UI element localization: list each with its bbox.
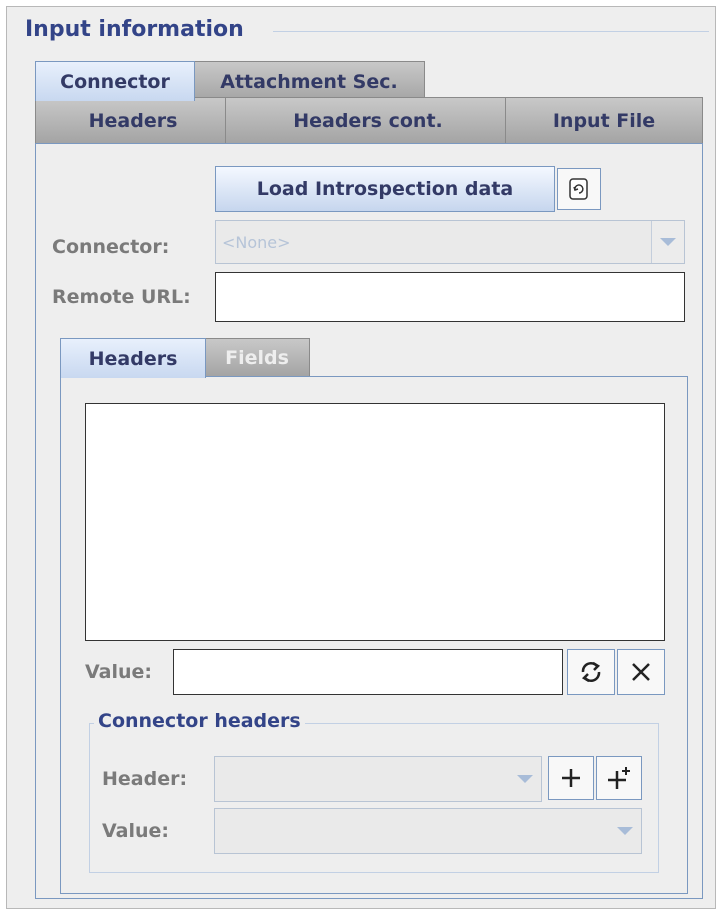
refresh-icon — [581, 661, 601, 683]
add-header-button[interactable] — [548, 756, 594, 800]
connector-headers-group: Connector headers Header: Value: — [89, 710, 659, 873]
header-dropdown-button[interactable] — [509, 757, 541, 801]
connector-headers-title: Connector headers — [94, 710, 305, 732]
update-header-button[interactable] — [567, 649, 615, 695]
remote-url-label: Remote URL: — [52, 286, 191, 308]
connector-select-value: <None> — [222, 233, 291, 252]
plus-icon — [562, 769, 580, 787]
connector-value-dropdown-button[interactable] — [609, 809, 641, 853]
inner-tab-headers-label: Headers — [88, 347, 178, 370]
connector-dropdown-button[interactable] — [651, 221, 684, 263]
header-label: Header: — [102, 768, 188, 790]
tab-attachment-sec[interactable]: Attachment Sec. — [193, 61, 425, 101]
reload-introspection-button[interactable] — [557, 168, 601, 210]
connector-select[interactable]: <None> — [215, 220, 685, 264]
inner-tab-fields-label: Fields — [225, 346, 289, 369]
tab-input-file-label: Input File — [552, 109, 656, 132]
connector-value-select[interactable] — [214, 808, 642, 854]
tab-headers-cont-label: Headers cont. — [293, 109, 443, 132]
value-label: Value: — [85, 661, 153, 683]
inner-tab-fields[interactable]: Fields — [204, 338, 310, 376]
connector-label: Connector: — [52, 236, 170, 258]
tab-headers-cont[interactable]: Headers cont. — [225, 97, 511, 143]
title-divider — [273, 31, 709, 32]
tab-attachment-sec-label: Attachment Sec. — [220, 70, 398, 93]
tab-connector[interactable]: Connector — [35, 61, 195, 101]
tab-headers[interactable]: Headers — [35, 97, 231, 143]
chevron-down-icon — [517, 775, 533, 783]
headers-list[interactable] — [85, 403, 665, 641]
connector-tab-content: Load Introspection data Connector: <None… — [35, 143, 703, 899]
remote-url-input[interactable] — [215, 272, 685, 322]
tab-input-file[interactable]: Input File — [505, 97, 703, 143]
add-all-headers-button[interactable] — [596, 756, 642, 800]
tab-headers-label: Headers — [88, 109, 178, 132]
chevron-down-icon — [617, 827, 633, 835]
remove-header-button[interactable] — [617, 649, 665, 695]
header-select[interactable] — [214, 756, 542, 802]
load-introspection-button-label: Load Introspection data — [256, 178, 514, 200]
close-icon — [632, 663, 650, 681]
headers-tab-content: Value: Connector headers Header: Value: — [60, 376, 688, 894]
header-value-input[interactable] — [173, 649, 563, 695]
inner-tab-headers[interactable]: Headers — [60, 338, 206, 378]
panel-title: Input information — [25, 17, 244, 42]
chevron-down-icon — [660, 238, 676, 246]
reload-document-icon — [569, 178, 588, 200]
tab-connector-label: Connector — [60, 70, 170, 93]
connector-value-label: Value: — [102, 820, 170, 842]
input-information-panel: Input information Connector Attachment S… — [6, 6, 716, 909]
load-introspection-button[interactable]: Load Introspection data — [215, 166, 555, 212]
plus-all-icon — [608, 767, 630, 789]
